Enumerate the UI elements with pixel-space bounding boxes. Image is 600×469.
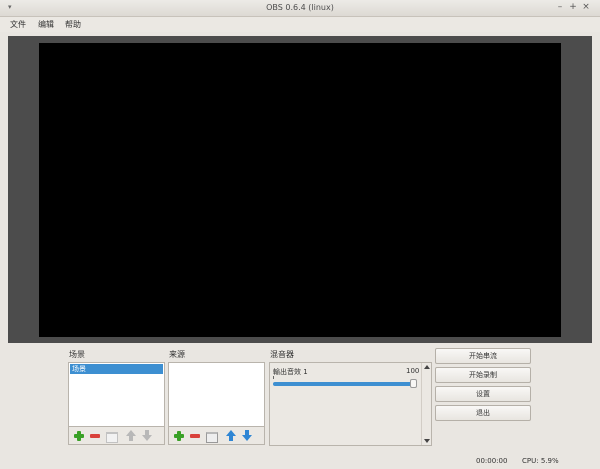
volume-slider-handle[interactable]: [410, 379, 417, 388]
cpu-usage: CPU: 5.9%: [522, 457, 559, 465]
title-bar: ▾ OBS 0.6.4 (linux) – + ×: [0, 0, 600, 17]
volume-meter: [273, 376, 274, 379]
remove-scene-icon[interactable]: [89, 430, 101, 442]
scroll-down-icon[interactable]: [424, 439, 430, 443]
menu-edit[interactable]: 编辑: [38, 19, 54, 30]
scene-properties-icon[interactable]: [105, 430, 118, 443]
start-streaming-button[interactable]: 开始串流: [435, 348, 531, 364]
move-scene-down-icon[interactable]: [141, 430, 153, 442]
sources-label: 来源: [169, 350, 185, 359]
remove-source-icon[interactable]: [189, 430, 201, 442]
scenes-label: 场景: [69, 350, 85, 359]
window-title: OBS 0.6.4 (linux): [266, 3, 334, 12]
source-properties-icon[interactable]: [205, 430, 218, 443]
mixer-scrollbar[interactable]: [421, 363, 431, 445]
sources-toolbar: [168, 427, 265, 445]
scenes-toolbar: [68, 427, 165, 445]
exit-button[interactable]: 退出: [435, 405, 531, 421]
start-recording-button[interactable]: 开始录制: [435, 367, 531, 383]
mixer-label: 混音器: [270, 350, 294, 359]
preview-canvas[interactable]: [39, 43, 561, 337]
list-item[interactable]: 场景: [70, 364, 163, 374]
scenes-list[interactable]: 场景: [68, 362, 165, 427]
move-source-down-icon[interactable]: [241, 430, 253, 442]
minimize-icon[interactable]: –: [555, 2, 565, 12]
mixer-volume-value: 100: [406, 367, 420, 375]
menu-file[interactable]: 文件: [10, 19, 26, 30]
add-source-icon[interactable]: [173, 430, 185, 442]
scroll-up-icon[interactable]: [424, 365, 430, 369]
move-scene-up-icon[interactable]: [125, 430, 137, 442]
menu-bar: 文件 编辑 帮助: [0, 17, 600, 32]
audio-mixer: 輸出音效 1 100: [269, 362, 432, 446]
move-source-up-icon[interactable]: [225, 430, 237, 442]
maximize-icon[interactable]: +: [568, 2, 578, 12]
mixer-channel-name: 輸出音效 1: [273, 368, 308, 376]
menu-help[interactable]: 帮助: [65, 19, 81, 30]
close-icon[interactable]: ×: [581, 2, 591, 12]
volume-slider-track[interactable]: [273, 382, 416, 386]
sources-list[interactable]: [168, 362, 265, 427]
stream-time: 00:00:00: [476, 457, 508, 465]
add-scene-icon[interactable]: [73, 430, 85, 442]
preview-area: [8, 36, 592, 343]
settings-button[interactable]: 设置: [435, 386, 531, 402]
